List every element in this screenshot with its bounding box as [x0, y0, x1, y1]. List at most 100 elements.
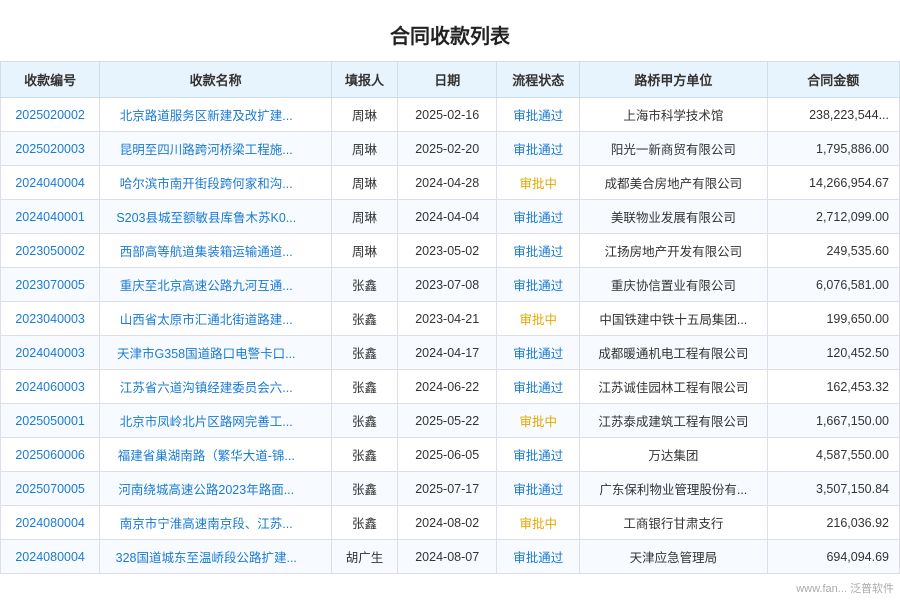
cell-id[interactable]: 2024040003	[1, 336, 100, 370]
table-row: 2023070005重庆至北京高速公路九河互通...张鑫2023-07-08审批…	[1, 268, 900, 302]
cell-status: 审批中	[497, 166, 580, 200]
cell-amount: 120,452.50	[767, 336, 899, 370]
cell-reporter: 胡广生	[331, 540, 397, 574]
cell-date: 2025-06-05	[398, 438, 497, 472]
table-row: 2025020002北京路道服务区新建及改扩建...周琳2025-02-16审批…	[1, 98, 900, 132]
cell-amount: 216,036.92	[767, 506, 899, 540]
cell-reporter: 张鑫	[331, 268, 397, 302]
cell-name[interactable]: 福建省巢湖南路（繁华大道-锦...	[100, 438, 332, 472]
cell-id[interactable]: 2024080004	[1, 540, 100, 574]
cell-status: 审批中	[497, 302, 580, 336]
cell-reporter: 张鑫	[331, 302, 397, 336]
cell-amount: 3,507,150.84	[767, 472, 899, 506]
cell-amount: 694,094.69	[767, 540, 899, 574]
cell-status: 审批通过	[497, 438, 580, 472]
cell-amount: 14,266,954.67	[767, 166, 899, 200]
cell-company: 上海市科学技术馆	[580, 98, 768, 132]
cell-amount: 199,650.00	[767, 302, 899, 336]
cell-reporter: 张鑫	[331, 438, 397, 472]
cell-date: 2023-04-21	[398, 302, 497, 336]
table-row: 2025020003昆明至四川路跨河桥梁工程施...周琳2025-02-20审批…	[1, 132, 900, 166]
cell-id[interactable]: 2025050001	[1, 404, 100, 438]
table-row: 2025070005河南绕城高速公路2023年路面...张鑫2025-07-17…	[1, 472, 900, 506]
cell-status: 审批通过	[497, 540, 580, 574]
cell-company: 江苏泰成建筑工程有限公司	[580, 404, 768, 438]
cell-amount: 2,712,099.00	[767, 200, 899, 234]
cell-name[interactable]: 江苏省六道沟镇经建委员会六...	[100, 370, 332, 404]
cell-name[interactable]: 重庆至北京高速公路九河互通...	[100, 268, 332, 302]
watermark: www.fan... 泛普软件	[796, 580, 894, 596]
cell-company: 工商银行甘肃支行	[580, 506, 768, 540]
data-table: 收款编号 收款名称 填报人 日期 流程状态 路桥甲方单位 合同金额 202502…	[0, 61, 900, 574]
cell-company: 江扬房地产开发有限公司	[580, 234, 768, 268]
cell-id[interactable]: 2025070005	[1, 472, 100, 506]
cell-name[interactable]: 西部高等航道集装箱运输通道...	[100, 234, 332, 268]
cell-amount: 4,587,550.00	[767, 438, 899, 472]
table-row: 2024080004南京市宁淮高速南京段、江苏...张鑫2024-08-02审批…	[1, 506, 900, 540]
cell-reporter: 张鑫	[331, 506, 397, 540]
cell-status: 审批通过	[497, 98, 580, 132]
cell-name[interactable]: 北京路道服务区新建及改扩建...	[100, 98, 332, 132]
cell-company: 重庆协信置业有限公司	[580, 268, 768, 302]
cell-reporter: 周琳	[331, 200, 397, 234]
cell-company: 江苏诚佳园林工程有限公司	[580, 370, 768, 404]
cell-company: 阳光一新商贸有限公司	[580, 132, 768, 166]
cell-company: 广东保利物业管理股份有...	[580, 472, 768, 506]
cell-id[interactable]: 2023070005	[1, 268, 100, 302]
cell-status: 审批中	[497, 404, 580, 438]
cell-date: 2024-04-28	[398, 166, 497, 200]
cell-reporter: 张鑫	[331, 336, 397, 370]
cell-name[interactable]: S203县城至额敏县库鲁木苏K0...	[100, 200, 332, 234]
cell-company: 成都暖通机电工程有限公司	[580, 336, 768, 370]
cell-id[interactable]: 2023050002	[1, 234, 100, 268]
cell-name[interactable]: 天津市G358国道路口电警卡口...	[100, 336, 332, 370]
cell-amount: 1,795,886.00	[767, 132, 899, 166]
cell-amount: 1,667,150.00	[767, 404, 899, 438]
cell-name[interactable]: 北京市凤岭北片区路网完善工...	[100, 404, 332, 438]
cell-date: 2024-04-17	[398, 336, 497, 370]
cell-name[interactable]: 哈尔滨市南开街段跨何家和沟...	[100, 166, 332, 200]
cell-status: 审批通过	[497, 234, 580, 268]
cell-amount: 162,453.32	[767, 370, 899, 404]
cell-id[interactable]: 2025020003	[1, 132, 100, 166]
col-header-status: 流程状态	[497, 62, 580, 98]
cell-id[interactable]: 2024040004	[1, 166, 100, 200]
cell-id[interactable]: 2025060006	[1, 438, 100, 472]
cell-status: 审批通过	[497, 472, 580, 506]
table-row: 2023050002西部高等航道集装箱运输通道...周琳2023-05-02审批…	[1, 234, 900, 268]
cell-date: 2025-02-20	[398, 132, 497, 166]
cell-company: 万达集团	[580, 438, 768, 472]
cell-id[interactable]: 2024080004	[1, 506, 100, 540]
cell-reporter: 周琳	[331, 234, 397, 268]
cell-id[interactable]: 2025020002	[1, 98, 100, 132]
cell-name[interactable]: 河南绕城高速公路2023年路面...	[100, 472, 332, 506]
col-header-name: 收款名称	[100, 62, 332, 98]
cell-status: 审批通过	[497, 132, 580, 166]
col-header-reporter: 填报人	[331, 62, 397, 98]
table-row: 2025060006福建省巢湖南路（繁华大道-锦...张鑫2025-06-05审…	[1, 438, 900, 472]
table-row: 2024080004328国道城东至温峤段公路扩建...胡广生2024-08-0…	[1, 540, 900, 574]
cell-id[interactable]: 2024060003	[1, 370, 100, 404]
cell-date: 2025-07-17	[398, 472, 497, 506]
cell-name[interactable]: 南京市宁淮高速南京段、江苏...	[100, 506, 332, 540]
table-row: 2023040003山西省太原市汇通北街道路建...张鑫2023-04-21审批…	[1, 302, 900, 336]
cell-amount: 249,535.60	[767, 234, 899, 268]
cell-date: 2025-02-16	[398, 98, 497, 132]
cell-reporter: 张鑫	[331, 370, 397, 404]
cell-id[interactable]: 2024040001	[1, 200, 100, 234]
cell-name[interactable]: 昆明至四川路跨河桥梁工程施...	[100, 132, 332, 166]
cell-id[interactable]: 2023040003	[1, 302, 100, 336]
cell-date: 2024-08-02	[398, 506, 497, 540]
col-header-date: 日期	[398, 62, 497, 98]
col-header-amount: 合同金额	[767, 62, 899, 98]
col-header-id: 收款编号	[1, 62, 100, 98]
cell-company: 中国铁建中铁十五局集团...	[580, 302, 768, 336]
cell-date: 2024-06-22	[398, 370, 497, 404]
cell-name[interactable]: 山西省太原市汇通北街道路建...	[100, 302, 332, 336]
cell-reporter: 张鑫	[331, 472, 397, 506]
cell-amount: 6,076,581.00	[767, 268, 899, 302]
cell-name[interactable]: 328国道城东至温峤段公路扩建...	[100, 540, 332, 574]
cell-amount: 238,223,544...	[767, 98, 899, 132]
table-row: 2024040004哈尔滨市南开街段跨何家和沟...周琳2024-04-28审批…	[1, 166, 900, 200]
table-row: 2024040001S203县城至额敏县库鲁木苏K0...周琳2024-04-0…	[1, 200, 900, 234]
